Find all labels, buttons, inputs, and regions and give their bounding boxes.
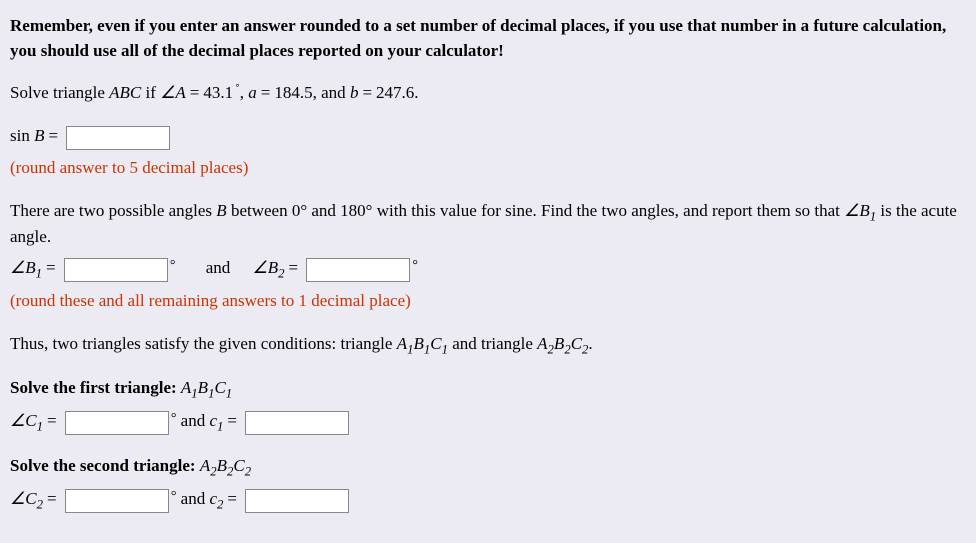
equals-2: = [261, 83, 271, 102]
thus-t2: and triangle [448, 334, 537, 353]
c1-side-input[interactable] [245, 411, 349, 435]
reminder-text: Remember, even if you enter an answer ro… [10, 14, 966, 63]
ta-b1: ∠B1 [844, 201, 876, 220]
second-triangle-row: ∠C2= ° and c2= [10, 487, 966, 514]
side-a-value: 184.5 [274, 83, 312, 102]
ta-text1: There are two possible angles [10, 201, 216, 220]
b1-label: ∠B1 [10, 258, 42, 277]
equals-c2a: = [47, 489, 57, 508]
problem-lead: Solve triangle [10, 83, 109, 102]
thus-t3: . [588, 334, 592, 353]
angle-A-value: 43.1 [203, 83, 233, 102]
triangle-name: ABC [109, 83, 141, 102]
second-triangle-heading: Solve the second triangle: A2B2C2 [10, 454, 966, 481]
sinb-hint: (round answer to 5 decimal places) [10, 156, 966, 181]
first-triangle-heading: Solve the first triangle: A1B1C1 [10, 376, 966, 403]
second-head-text: Solve the second triangle: [10, 456, 200, 475]
equals-b1: = [46, 258, 56, 277]
angle-A-symbol: ∠A [160, 83, 186, 102]
two-angles-text: There are two possible angles B between … [10, 199, 966, 251]
sin-label: sin [10, 126, 34, 145]
first-head-text: Solve the first triangle: [10, 378, 181, 397]
equals-3: = [362, 83, 372, 102]
sin-var: B [34, 126, 44, 145]
side-b-value: 247.6 [376, 83, 414, 102]
c1-angle-label: ∠C1 [10, 411, 43, 430]
period-1: . [414, 83, 418, 102]
equals-1: = [190, 83, 200, 102]
b1-input[interactable] [64, 258, 168, 282]
c2-side-input[interactable] [245, 489, 349, 513]
c2-side-label: c2 [209, 489, 223, 508]
first-tri: A1B1C1 [181, 378, 232, 397]
equals-b2: = [289, 258, 299, 277]
second-and: and [176, 489, 209, 508]
problem-if: if [141, 83, 160, 102]
thus-tri1: A1B1C1 [397, 334, 448, 353]
sinb-input[interactable] [66, 126, 170, 150]
b2-input[interactable] [306, 258, 410, 282]
c1-angle-input[interactable] [65, 411, 169, 435]
equals-sinb: = [48, 126, 58, 145]
second-tri: A2B2C2 [200, 456, 251, 475]
and-word: and [206, 256, 231, 281]
side-a-label: a [248, 83, 257, 102]
ta-bvar: B [216, 201, 226, 220]
first-triangle-row: ∠C1= ° and c1= [10, 409, 966, 436]
degree-icon-b1: ° [170, 258, 176, 273]
thus-tri2: A2B2C2 [537, 334, 588, 353]
c2-angle-input[interactable] [65, 489, 169, 513]
side-b-label: b [350, 83, 359, 102]
equals-c1a: = [47, 411, 57, 430]
b-angles-row: ∠B1= ° and ∠B2= ° [10, 256, 966, 283]
b2-label: ∠B2 [253, 258, 285, 277]
thus-text: Thus, two triangles satisfy the given co… [10, 332, 966, 359]
sinb-row: sin B= [10, 124, 966, 150]
thus-t1: Thus, two triangles satisfy the given co… [10, 334, 397, 353]
degree-icon-b2: ° [412, 258, 418, 273]
first-and: and [176, 411, 209, 430]
c1-side-label: c1 [209, 411, 223, 430]
angles-hint: (round these and all remaining answers t… [10, 289, 966, 314]
equals-c2s: = [227, 489, 237, 508]
equals-c1s: = [227, 411, 237, 430]
problem-and: , and [313, 83, 350, 102]
problem-statement: Solve triangle ABC if ∠A=43.1˚, a=184.5,… [10, 81, 966, 106]
c2-angle-label: ∠C2 [10, 489, 43, 508]
ta-text2: between 0° and 180° with this value for … [227, 201, 844, 220]
